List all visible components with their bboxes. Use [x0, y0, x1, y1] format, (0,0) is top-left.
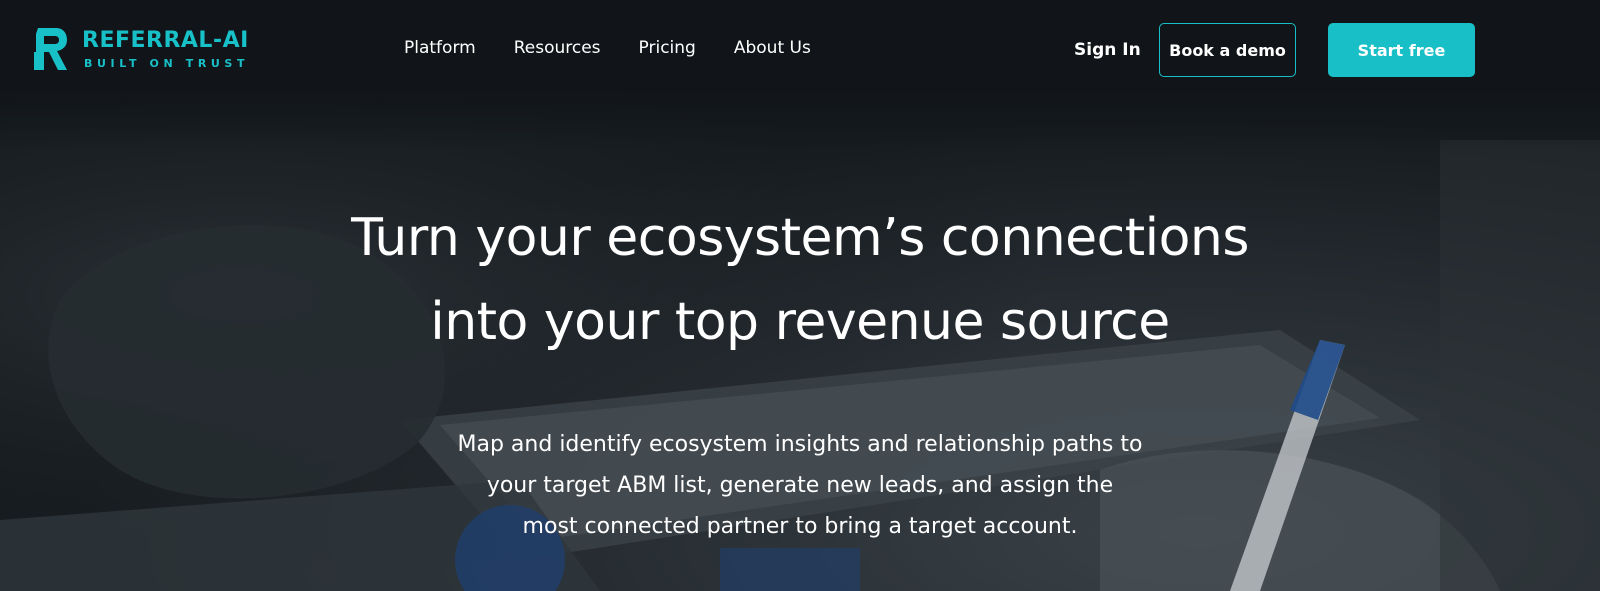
sign-in-link[interactable]: Sign In [1074, 40, 1141, 60]
logo-tagline: BUILT ON TRUST [84, 57, 250, 70]
logo-r-icon [34, 28, 67, 70]
nav-pricing[interactable]: Pricing [639, 38, 696, 58]
book-demo-button[interactable]: Book a demo [1159, 23, 1296, 77]
nav-platform[interactable]: Platform [404, 38, 476, 58]
hero-subtitle: Map and identify ecosystem insights and … [330, 424, 1270, 547]
hero-subtitle-line-2: your target ABM list, generate new leads… [486, 473, 1114, 498]
hero-title-line-2: into your top revenue source [430, 292, 1170, 352]
start-free-button[interactable]: Start free [1328, 23, 1475, 77]
hero-subtitle-line-3: most connected partner to bring a target… [522, 514, 1078, 539]
hero-title: Turn your ecosystem’s connections into y… [200, 196, 1400, 364]
main-nav: Platform Resources Pricing About Us [404, 38, 811, 58]
page: REFERRAL-AI BUILT ON TRUST Platform Reso… [0, 0, 1600, 591]
nav-about-us[interactable]: About Us [734, 38, 811, 58]
nav-resources[interactable]: Resources [514, 38, 601, 58]
hero-title-line-1: Turn your ecosystem’s connections [351, 208, 1249, 268]
logo[interactable]: REFERRAL-AI BUILT ON TRUST [34, 26, 254, 72]
hero-subtitle-line-1: Map and identify ecosystem insights and … [457, 432, 1143, 457]
site-header: REFERRAL-AI BUILT ON TRUST Platform Reso… [0, 0, 1600, 100]
logo-name: REFERRAL-AI [82, 28, 249, 53]
